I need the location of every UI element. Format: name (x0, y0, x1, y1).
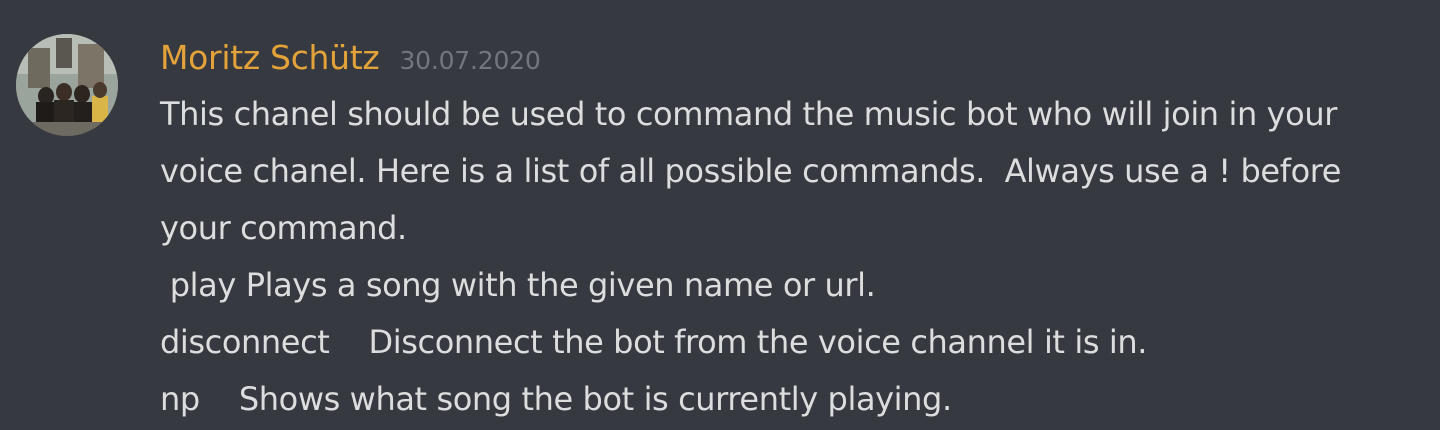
message-line: This chanel should be used to command th… (160, 95, 1337, 133)
message-header: Moritz Schütz 30.07.2020 (160, 38, 541, 84)
message-line: np Shows what song the bot is currently … (160, 380, 952, 418)
author-name[interactable]: Moritz Schütz (160, 38, 380, 77)
user-avatar[interactable] (16, 34, 118, 136)
message-line: disconnect Disconnect the bot from the v… (160, 323, 1148, 361)
message-timestamp: 30.07.2020 (399, 46, 541, 75)
message-line: voice chanel. Here is a list of all poss… (160, 152, 1342, 190)
message-line: your command. (160, 209, 407, 247)
message-content: This chanel should be used to command th… (160, 86, 1430, 428)
message-line: play Plays a song with the given name or… (160, 266, 876, 304)
chat-message: Moritz Schütz 30.07.2020 This chanel sho… (0, 0, 1440, 430)
avatar-photo (16, 34, 118, 136)
